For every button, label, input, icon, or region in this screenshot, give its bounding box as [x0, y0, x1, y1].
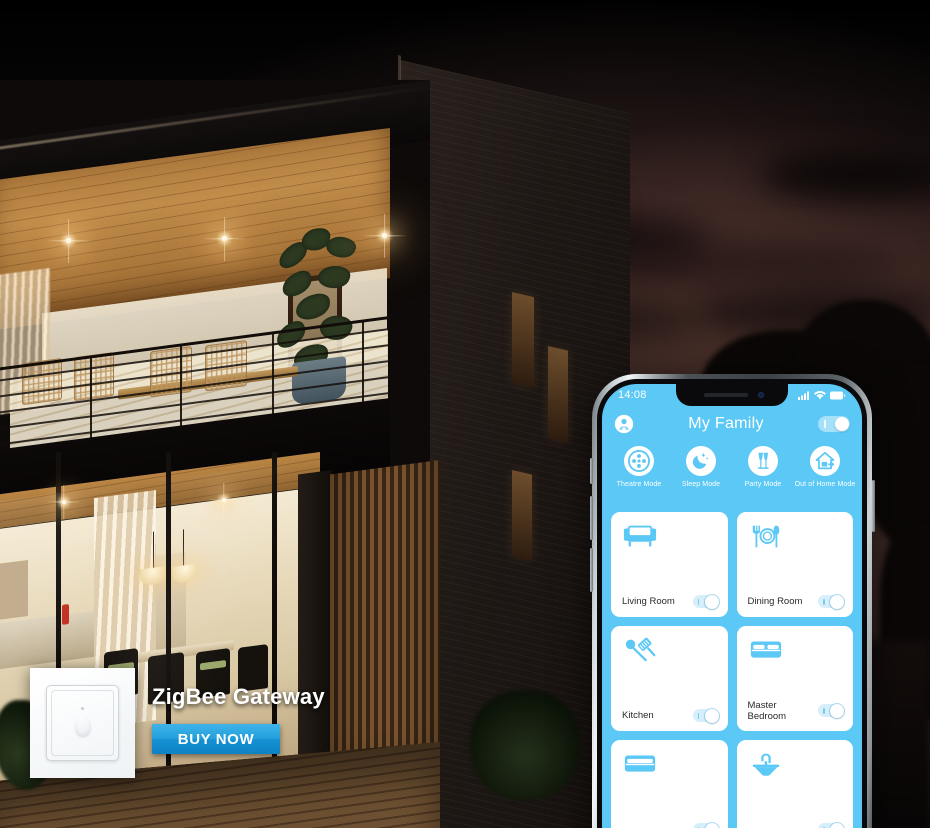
plate-cutlery-icon [749, 522, 783, 552]
room-card-kitchen[interactable]: Kitchen [611, 626, 728, 731]
mode-label: Theatre Mode [616, 481, 662, 488]
room-toggle[interactable] [692, 822, 719, 828]
mute-switch[interactable] [589, 458, 593, 484]
master-power-toggle[interactable] [818, 416, 850, 432]
signal-icon [798, 391, 810, 400]
out-of-home-mode-icon [810, 446, 840, 476]
cloud [600, 240, 900, 286]
shrub [470, 690, 580, 800]
user-avatar-icon[interactable] [614, 414, 634, 434]
room-toggle[interactable] [818, 703, 844, 718]
room-card-footer [622, 822, 719, 828]
room-name: Dining Room [747, 595, 803, 607]
toggle-knob [835, 417, 849, 431]
volume-down-button[interactable] [589, 548, 593, 592]
party-mode-icon [748, 446, 778, 476]
window [512, 292, 534, 388]
spatula-pan-icon [623, 636, 657, 666]
window [548, 346, 568, 443]
room-name: Master Bedroom [747, 699, 787, 722]
mode-label: Party Mode [744, 481, 782, 488]
room-card-footer: Master Bedroom [747, 699, 844, 722]
mode-label: Sleep Mode [681, 481, 721, 488]
wifi-icon [814, 390, 826, 400]
status-bar-time: 14:08 [618, 389, 647, 401]
battery-icon [830, 391, 846, 400]
promo-banner: ZigBee Gateway BUY NOW 14:08 My Family T… [0, 0, 930, 828]
room-card-second-bedroom[interactable] [611, 740, 728, 828]
room-name: Living Room [622, 595, 675, 607]
ceiling-spotlight [222, 498, 226, 502]
status-bar-icons [798, 390, 846, 400]
room-toggle[interactable] [692, 708, 719, 723]
room-card-footer: Living Room [622, 594, 719, 609]
ceiling-spotlight [62, 500, 66, 504]
room-name: Kitchen [622, 709, 654, 721]
room-card-dining-room[interactable]: Dining Room [736, 512, 853, 617]
mode-sleep[interactable]: Sleep Mode [670, 446, 732, 488]
smartphone-mockup: 14:08 My Family Theatre Mode Sleep Mode … [589, 374, 875, 828]
mode-out-of-home[interactable]: Out of Home Mode [794, 446, 856, 488]
bathroom-sink-icon [749, 750, 783, 780]
app-header: My Family [602, 406, 862, 442]
bed-icon [623, 750, 657, 780]
ceiling-spotlight [382, 233, 387, 238]
ceiling-spotlight [66, 238, 71, 243]
room-toggle[interactable] [818, 594, 844, 609]
phone-screen: 14:08 My Family Theatre Mode Sleep Mode … [602, 384, 862, 828]
room-toggle[interactable] [818, 822, 844, 828]
mode-theatre[interactable]: Theatre Mode [608, 446, 670, 488]
mode-party[interactable]: Party Mode [732, 446, 794, 488]
room-card-master-bedroom[interactable]: Master Bedroom [736, 626, 853, 731]
power-button[interactable] [871, 480, 875, 532]
switch-thumb-indent [74, 717, 91, 738]
sleep-mode-icon [686, 446, 716, 476]
switch-button-panel [46, 685, 119, 761]
status-bar: 14:08 [602, 384, 862, 406]
mode-shortcut-row: Theatre Mode Sleep Mode Party Mode Out o… [602, 446, 862, 488]
sofa-icon [623, 522, 657, 552]
room-card-footer [748, 822, 844, 828]
bed-icon [749, 636, 783, 666]
product-image-zigbee-gateway [30, 668, 135, 778]
ceiling-spotlight [222, 236, 227, 241]
buy-now-button[interactable]: BUY NOW [152, 724, 280, 754]
promo-title: ZigBee Gateway [152, 684, 325, 709]
room-card-footer: Kitchen [622, 708, 719, 723]
room-card-living-room[interactable]: Living Room [611, 512, 728, 617]
volume-up-button[interactable] [589, 496, 593, 540]
room-card-bathroom[interactable] [736, 740, 853, 828]
room-card-grid: Living Room Dining Room Kitchen Master B… [602, 512, 862, 828]
theatre-mode-icon [624, 446, 654, 476]
mode-label: Out of Home Mode [794, 481, 856, 488]
room-card-footer: Dining Room [747, 594, 844, 609]
status-led-icon [81, 706, 84, 710]
toggle-mark [824, 420, 826, 428]
window [512, 470, 532, 561]
room-toggle[interactable] [692, 594, 719, 609]
app-title: My Family [688, 415, 764, 432]
